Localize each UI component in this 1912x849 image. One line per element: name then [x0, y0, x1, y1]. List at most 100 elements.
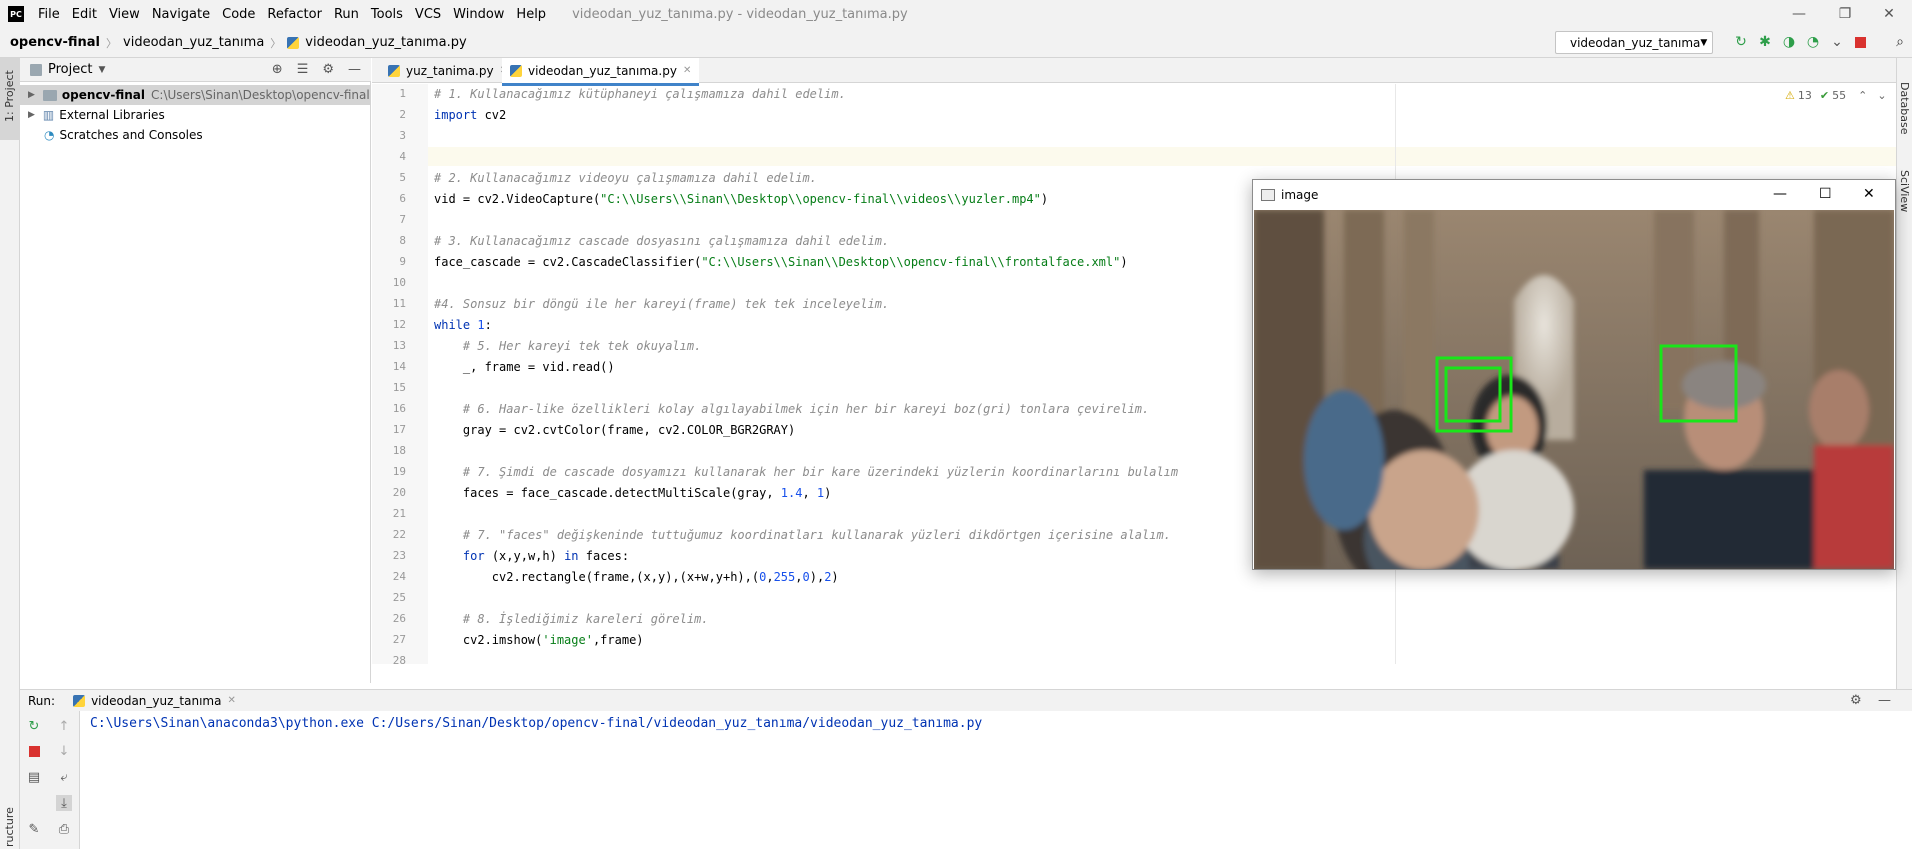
- maximize-icon[interactable]: ☐: [1819, 186, 1832, 202]
- chevron-right-icon[interactable]: ▶: [28, 110, 35, 120]
- chevron-right-icon[interactable]: ▶: [28, 90, 35, 100]
- line-number: 22: [392, 528, 406, 541]
- code-line[interactable]: for (x,y,w,h) in faces:: [434, 549, 629, 563]
- menu-edit[interactable]: Edit: [66, 7, 103, 22]
- chevron-up-icon[interactable]: ⌃: [1858, 89, 1867, 102]
- menu-tools[interactable]: Tools: [365, 7, 409, 22]
- tab-videodan-yuz-tanima[interactable]: videodan_yuz_tanıma.py ✕: [502, 58, 700, 86]
- locate-icon[interactable]: ⊕: [272, 62, 283, 77]
- line-number: 16: [392, 402, 406, 415]
- code-line[interactable]: cv2.rectangle(frame,(x,y),(x+w,y+h),(0,2…: [434, 570, 839, 584]
- code-line[interactable]: # 2. Kullanacağımız videoyu çalışmamıza …: [434, 171, 817, 185]
- code-line[interactable]: while 1:: [434, 318, 492, 332]
- menu-view[interactable]: View: [103, 7, 146, 22]
- rerun-icon[interactable]: ↻: [1733, 34, 1749, 50]
- image-window-titlebar[interactable]: image — ☐ ✕: [1253, 180, 1895, 210]
- minimize-icon[interactable]: —: [1773, 186, 1787, 202]
- coverage-icon[interactable]: ◑: [1781, 34, 1797, 50]
- restore-icon[interactable]: ❐: [1822, 0, 1868, 28]
- line-number: 18: [392, 444, 406, 457]
- soft-wrap-icon[interactable]: ⤶: [56, 769, 72, 785]
- code-line[interactable]: cv2.imshow('image',frame): [434, 633, 644, 647]
- close-icon[interactable]: ✕: [1863, 186, 1875, 202]
- run-tab-label[interactable]: videodan_yuz_tanıma: [91, 694, 221, 708]
- code-line[interactable]: # 3. Kullanacağımız cascade dosyasını ça…: [434, 234, 889, 248]
- inspection-widget[interactable]: ⚠ 13 ✔ 55 ⌃ ⌄: [1785, 89, 1887, 102]
- run-config-dropdown[interactable]: videodan_yuz_tanıma ▼: [1555, 31, 1713, 54]
- project-tool-tab[interactable]: 1: Project: [0, 58, 20, 140]
- close-tab-icon[interactable]: ✕: [227, 695, 235, 706]
- code-line[interactable]: # 7. Şimdi de cascade dosyamızı kullanar…: [434, 465, 1178, 479]
- hide-icon[interactable]: —: [1878, 693, 1891, 708]
- profile-icon[interactable]: ◔: [1805, 34, 1821, 50]
- menu-refactor[interactable]: Refactor: [261, 7, 328, 22]
- search-icon[interactable]: ⌕: [1892, 34, 1908, 50]
- window-title: videodan_yuz_tanıma.py - videodan_yuz_ta…: [572, 6, 908, 22]
- line-number: 11: [392, 297, 406, 310]
- left-tool-strip: 1: Project ructure: [0, 58, 20, 849]
- code-line[interactable]: face_cascade = cv2.CascadeClassifier("C:…: [434, 255, 1128, 269]
- menu-run[interactable]: Run: [328, 7, 365, 22]
- python-file-icon: [510, 64, 522, 77]
- code-line[interactable]: vid = cv2.VideoCapture("C:\\Users\\Sinan…: [434, 192, 1048, 206]
- stop-icon[interactable]: [1852, 34, 1868, 50]
- tree-item-root[interactable]: ▶ opencv-final C:\Users\Sinan\Desktop\op…: [20, 85, 371, 105]
- sciview-tool-label[interactable]: SciView: [1898, 170, 1911, 212]
- code-line[interactable]: # 8. İşlediğimiz kareleri görelim.: [434, 612, 709, 626]
- gear-icon[interactable]: ⚙: [1850, 693, 1862, 708]
- menu-code[interactable]: Code: [216, 7, 261, 22]
- code-line[interactable]: # 7. "faces" değişkeninde tuttuğumuz koo…: [434, 528, 1171, 542]
- pin-icon[interactable]: ✎: [26, 821, 42, 837]
- menu-help[interactable]: Help: [510, 7, 552, 22]
- line-number: 23: [392, 549, 406, 562]
- project-view-title[interactable]: Project: [48, 62, 92, 77]
- breadcrumb-folder[interactable]: videodan_yuz_tanıma: [123, 35, 264, 50]
- rerun-icon[interactable]: ↻: [26, 718, 42, 734]
- code-line[interactable]: # 5. Her kareyi tek tek okuyalım.: [434, 339, 701, 353]
- scroll-to-end-icon[interactable]: ⤓: [56, 795, 72, 811]
- chevron-down-icon[interactable]: ▼: [98, 65, 105, 75]
- collapse-icon[interactable]: ☰: [297, 62, 309, 77]
- down-arrow-icon[interactable]: ↓: [56, 743, 72, 759]
- code-line[interactable]: import cv2: [434, 108, 506, 122]
- breadcrumb-project[interactable]: opencv-final: [10, 35, 100, 50]
- menu-vcs[interactable]: VCS: [409, 7, 447, 22]
- structure-tool-label[interactable]: ructure: [3, 807, 16, 847]
- code-line[interactable]: _, frame = vid.read(): [434, 360, 615, 374]
- run-console-output[interactable]: C:\Users\Sinan\anaconda3\python.exe C:/U…: [90, 716, 982, 731]
- line-number: 9: [399, 255, 406, 268]
- close-tab-icon[interactable]: ✕: [683, 65, 691, 76]
- scratches-label: Scratches and Consoles: [59, 128, 203, 142]
- more-run-icon[interactable]: ⌄: [1829, 34, 1845, 50]
- code-line[interactable]: #4. Sonsuz bir döngü ile her kareyi(fram…: [434, 297, 889, 311]
- menu-window[interactable]: Window: [447, 7, 510, 22]
- stop-icon[interactable]: [26, 743, 42, 759]
- breadcrumb-file[interactable]: videodan_yuz_tanıma.py: [305, 35, 466, 50]
- debug-icon[interactable]: ✱: [1757, 34, 1773, 50]
- line-number: 3: [399, 129, 406, 142]
- menu-navigate[interactable]: Navigate: [146, 7, 216, 22]
- minimize-icon[interactable]: —: [1776, 0, 1822, 28]
- chevron-down-icon[interactable]: ⌄: [1877, 89, 1886, 102]
- tree-item-scratches[interactable]: ◔ Scratches and Consoles: [20, 125, 371, 145]
- database-tool-label[interactable]: Database: [1898, 82, 1911, 135]
- line-number: 17: [392, 423, 406, 436]
- menu-file[interactable]: File: [32, 7, 66, 22]
- code-line[interactable]: gray = cv2.cvtColor(frame, cv2.COLOR_BGR…: [434, 423, 795, 437]
- layout-icon[interactable]: ▤: [26, 769, 42, 785]
- code-line[interactable]: # 1. Kullanacağımız kütüphaneyi çalışmam…: [434, 87, 846, 101]
- code-line[interactable]: faces = face_cascade.detectMultiScale(gr…: [434, 486, 832, 500]
- tab-yuz-tanima[interactable]: yuz_tanima.py ✕: [380, 58, 516, 83]
- code-line[interactable]: # 6. Haar-like özellikleri kolay algılay…: [434, 402, 1149, 416]
- run-config-label: videodan_yuz_tanıma: [1570, 35, 1701, 50]
- opencv-image-window[interactable]: image — ☐ ✕: [1252, 179, 1896, 570]
- print-icon[interactable]: ⎙: [56, 821, 72, 837]
- close-icon[interactable]: ✕: [1866, 0, 1912, 28]
- up-arrow-icon[interactable]: ↑: [56, 718, 72, 734]
- hide-icon[interactable]: —: [348, 62, 361, 77]
- tree-item-external-libraries[interactable]: ▶ ▥ External Libraries: [20, 105, 371, 125]
- line-number: 1: [399, 87, 406, 100]
- project-root-path: C:\Users\Sinan\Desktop\opencv-final: [151, 88, 370, 102]
- window-app-icon: [1261, 189, 1275, 201]
- gear-icon[interactable]: ⚙: [322, 62, 334, 77]
